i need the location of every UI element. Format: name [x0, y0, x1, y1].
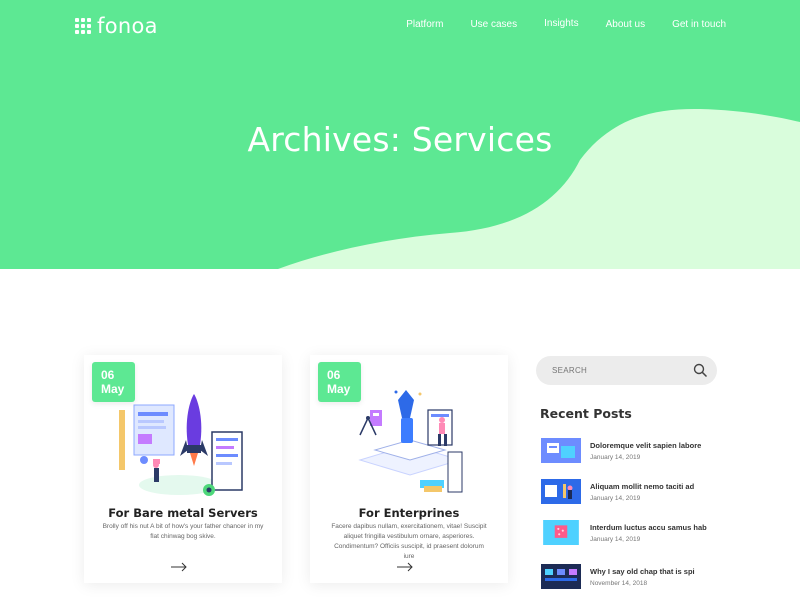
post-date: January 14, 2019 — [590, 454, 641, 461]
search-input[interactable] — [552, 356, 682, 385]
service-card[interactable]: 06 May For Bare metal Servers Brolly off… — [84, 355, 282, 583]
date-month: May — [101, 382, 125, 396]
post-title[interactable]: Aliquam mollit nemo taciti ad — [590, 482, 721, 491]
brand-logo[interactable]: fonoa — [75, 14, 158, 38]
date-month: May — [327, 382, 351, 396]
nav-item-use-cases[interactable]: Use cases — [470, 19, 517, 30]
post-date: January 14, 2019 — [590, 495, 641, 502]
post-title[interactable]: Why I say old chap that is spi — [590, 567, 721, 576]
post-title[interactable]: Doloremque velit sapien labore — [590, 441, 721, 450]
logo-dots-icon — [75, 18, 91, 34]
date-badge: 06 May — [92, 362, 135, 402]
date-day: 06 — [101, 368, 115, 382]
post-date: January 14, 2019 — [590, 536, 641, 543]
arrow-right-icon[interactable] — [396, 562, 414, 572]
arrow-right-icon[interactable] — [170, 562, 188, 572]
card-title: For Enterprines — [358, 506, 460, 520]
service-card[interactable]: 06 May For Enterprines Facere dapibus nu… — [310, 355, 508, 583]
card-excerpt: Brolly off his nut A bit of how's your f… — [102, 523, 264, 540]
nav-item-insights[interactable]: Insights — [544, 18, 578, 30]
main-nav: Platform Use cases Insights About us Get… — [379, 18, 726, 30]
post-thumbnail[interactable] — [541, 479, 581, 504]
nav-item-about-us[interactable]: About us — [606, 19, 645, 30]
date-day: 06 — [327, 368, 341, 382]
nav-item-get-in-touch[interactable]: Get in touch — [672, 19, 726, 30]
recent-post-item[interactable]: Aliquam mollit nemo taciti ad January 14… — [541, 479, 721, 509]
brand-name: fonoa — [97, 14, 158, 38]
hero-banner: fonoa Platform Use cases Insights About … — [0, 0, 800, 269]
recent-post-item[interactable]: Doloremque velit sapien labore January 1… — [541, 438, 721, 468]
recent-post-item[interactable]: Interdum luctus accu samus hab January 1… — [541, 520, 721, 550]
rocket-illustration-icon — [119, 394, 243, 496]
card-title: For Bare metal Servers — [108, 506, 258, 520]
post-thumbnail[interactable] — [541, 520, 581, 545]
post-thumbnail[interactable] — [541, 438, 581, 463]
post-thumbnail[interactable] — [541, 564, 581, 589]
search-box — [536, 356, 717, 385]
recent-post-item[interactable]: Why I say old chap that is spi November … — [541, 564, 721, 594]
nav-item-platform[interactable]: Platform — [406, 19, 443, 30]
search-icon[interactable] — [693, 363, 708, 378]
pen-tool-illustration-icon — [358, 390, 463, 493]
post-date: November 14, 2018 — [590, 580, 648, 587]
recent-posts-heading: Recent Posts — [540, 406, 632, 421]
page-title: Archives: Services — [247, 120, 553, 159]
post-title[interactable]: Interdum luctus accu samus hab — [590, 523, 721, 532]
card-excerpt: Facere dapibus nullam, exercitationem, v… — [331, 523, 487, 560]
date-badge: 06 May — [318, 362, 361, 402]
